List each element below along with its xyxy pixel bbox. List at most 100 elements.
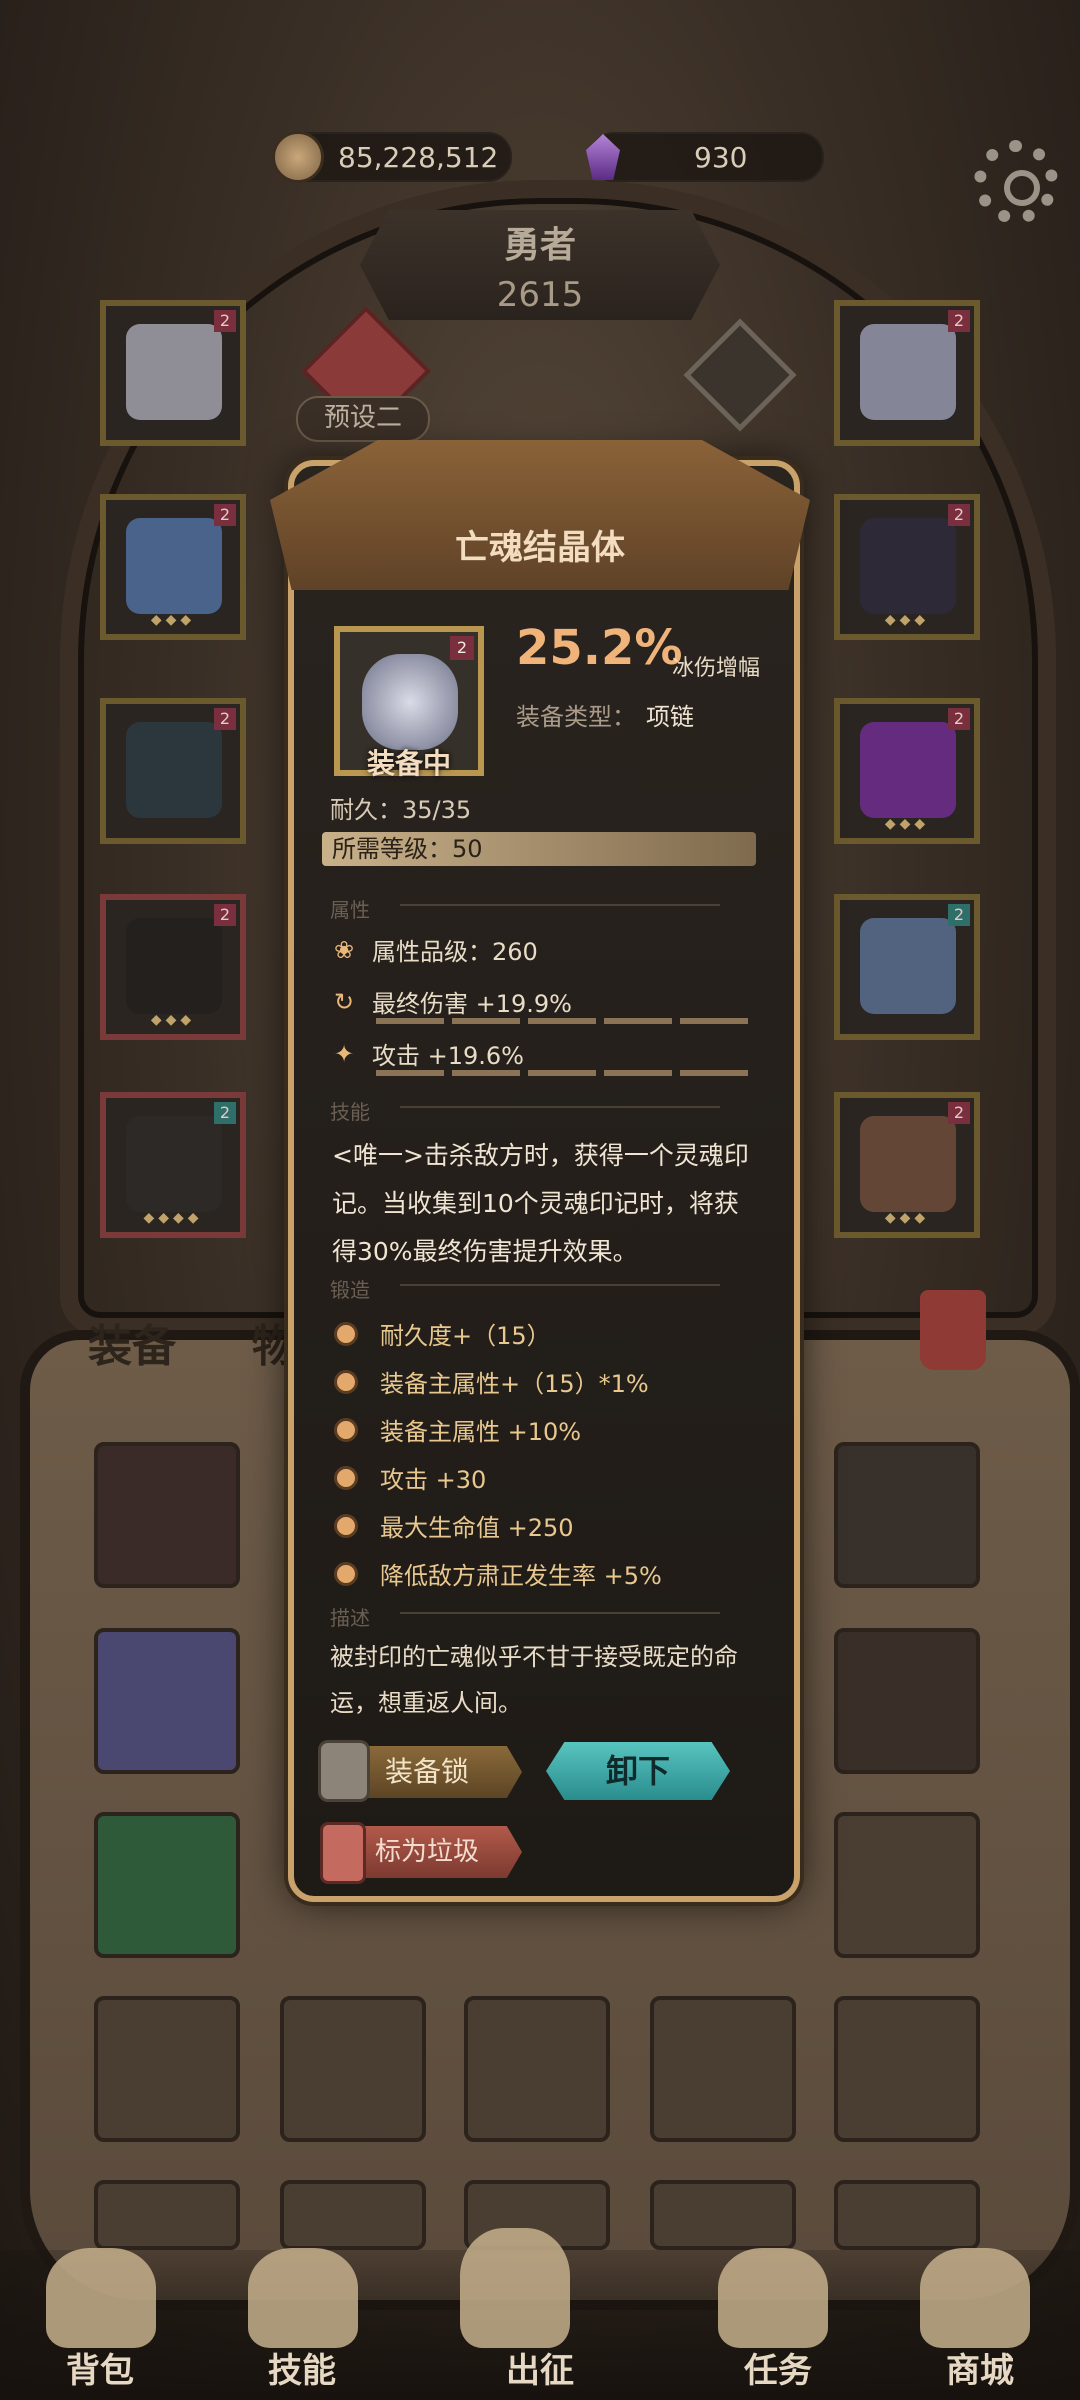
ring-icon bbox=[860, 518, 956, 614]
armor-icon bbox=[126, 518, 222, 614]
equip-slot-necklace[interactable]: 2 bbox=[834, 300, 980, 446]
inventory-slot[interactable] bbox=[834, 1628, 980, 1774]
forge-row: 装备主属性 +10% bbox=[334, 1412, 581, 1447]
tier-badge: 2 bbox=[948, 904, 970, 926]
equip-slot-pants[interactable]: 2 ◆◆◆ bbox=[100, 894, 246, 1040]
lotus-icon: ❀ bbox=[333, 935, 355, 964]
socket-gems: ◆◆◆◆ bbox=[143, 1210, 203, 1226]
main-stat-name: 冰伤增幅 bbox=[672, 656, 761, 681]
forge-dot-icon bbox=[334, 1561, 358, 1586]
gem-amount: 930 bbox=[694, 140, 748, 174]
tier-badge: 2 bbox=[214, 904, 236, 926]
hero-power: 2615 bbox=[496, 275, 584, 315]
settings-gear-icon[interactable] bbox=[974, 140, 1058, 224]
gloves-icon bbox=[126, 722, 222, 818]
inventory-slot[interactable] bbox=[834, 1442, 980, 1588]
coin-amount: 85,228,512 bbox=[338, 140, 499, 174]
item-type-value: 项链 bbox=[646, 703, 694, 731]
equip-slot-helmet[interactable]: 2 bbox=[100, 300, 246, 446]
attribute-text: 攻击 +19.6% bbox=[372, 1042, 524, 1070]
unequip-button[interactable]: 卸下 bbox=[546, 1742, 730, 1800]
inventory-slot[interactable] bbox=[834, 1996, 980, 2142]
nav-backpack[interactable]: 背包 bbox=[30, 2343, 170, 2392]
equipped-label: 装备中 bbox=[366, 747, 451, 780]
boots-icon bbox=[126, 1116, 222, 1212]
socket-gems: ◆◆◆ bbox=[150, 612, 196, 628]
section-attributes: 属性 bbox=[330, 894, 750, 922]
attribute-bar bbox=[376, 1018, 756, 1024]
equip-slot-offhand[interactable]: 2 ◆◆◆ bbox=[834, 698, 980, 844]
socket-gems: ◆◆◆ bbox=[884, 816, 930, 832]
forge-text: 攻击 +30 bbox=[380, 1466, 487, 1494]
item-type-label: 装备类型： bbox=[516, 703, 636, 731]
equip-slot-gloves[interactable]: 2 bbox=[100, 698, 246, 844]
necklace-icon bbox=[362, 654, 458, 750]
attribute-row: ✦ 攻击 +19.6% bbox=[330, 1036, 524, 1071]
pants-icon bbox=[126, 918, 222, 1014]
skill-text: <唯一>击杀敌方时，获得一个灵魂印记。当收集到10个灵魂印记时，将获得30%最终… bbox=[332, 1141, 749, 1266]
inventory-slot[interactable] bbox=[280, 2180, 426, 2250]
tier-badge: 2 bbox=[948, 504, 970, 526]
inventory-slot[interactable] bbox=[94, 1812, 240, 1958]
section-forge: 锻造 bbox=[330, 1274, 750, 1302]
backpack-icon bbox=[46, 2248, 156, 2348]
equip-slot-boots[interactable]: 2 ◆◆◆◆ bbox=[100, 1092, 246, 1238]
forge-dot-icon bbox=[334, 1321, 358, 1346]
inventory-slot[interactable] bbox=[464, 1996, 610, 2142]
coin-icon bbox=[272, 131, 324, 183]
tier-badge: 2 bbox=[948, 310, 970, 332]
durability: 耐久：35/35 bbox=[330, 796, 472, 824]
tab-equipment[interactable]: 装备 bbox=[88, 1310, 176, 1374]
hero-name: 勇者 bbox=[503, 225, 576, 266]
socket-gems: ◆◆◆ bbox=[884, 612, 930, 628]
item-description: 被封印的亡魂似乎不甘于接受既定的命运，想重返人间。 bbox=[330, 1643, 738, 1717]
attribute-text: 最终伤害 +19.9% bbox=[372, 990, 572, 1018]
forge-text: 装备主属性+（15）*1% bbox=[380, 1370, 649, 1398]
weapon-icon bbox=[860, 918, 956, 1014]
attribute-row: ❀ 属性品级：260 bbox=[330, 932, 538, 967]
forge-row: 最大生命值 +250 bbox=[334, 1508, 574, 1543]
section-description: 描述 bbox=[330, 1602, 750, 1630]
item-name: 亡魂结晶体 bbox=[455, 528, 625, 568]
inventory-slot[interactable] bbox=[650, 1996, 796, 2142]
inventory-slot[interactable] bbox=[94, 2180, 240, 2250]
attribute-row: ↻ 最终伤害 +19.9% bbox=[330, 984, 572, 1019]
forge-dot-icon bbox=[334, 1417, 358, 1442]
nav-skills[interactable]: 技能 bbox=[232, 2343, 372, 2392]
inventory-slot[interactable] bbox=[834, 1812, 980, 1958]
inventory-slot[interactable] bbox=[94, 1996, 240, 2142]
forge-row: 降低敌方肃正发生率 +5% bbox=[334, 1556, 662, 1591]
forge-dot-icon bbox=[334, 1465, 358, 1490]
tier-badge: 2 bbox=[214, 310, 236, 332]
nav-expedition[interactable]: 出征 bbox=[470, 2343, 610, 2392]
forge-row: 装备主属性+（15）*1% bbox=[334, 1364, 649, 1399]
inventory-slot[interactable] bbox=[94, 1628, 240, 1774]
main-stat-value: 25.2% bbox=[516, 620, 683, 676]
forge-dot-icon bbox=[334, 1369, 358, 1394]
forge-text: 最大生命值 +250 bbox=[380, 1514, 574, 1542]
equip-slot-weapon[interactable]: 2 bbox=[834, 894, 980, 1040]
necklace-icon bbox=[860, 324, 956, 420]
inventory-slot[interactable] bbox=[650, 2180, 796, 2250]
forge-text: 耐久度+（15） bbox=[380, 1322, 551, 1350]
inventory-slot[interactable] bbox=[280, 1996, 426, 2142]
preset-selector[interactable]: 预设二 bbox=[296, 396, 430, 442]
equip-slot-armor[interactable]: 2 ◆◆◆ bbox=[100, 494, 246, 640]
socket-gems: ◆◆◆ bbox=[150, 1012, 196, 1028]
equip-slot-book[interactable]: 2 ◆◆◆ bbox=[834, 1092, 980, 1238]
shop-crown-icon bbox=[920, 2248, 1030, 2348]
skill-book-icon bbox=[248, 2248, 358, 2348]
nav-shop[interactable]: 商城 bbox=[910, 2343, 1050, 2392]
inventory-slot[interactable] bbox=[834, 2180, 980, 2250]
gem-counter: 930 bbox=[586, 132, 824, 182]
forge-dot-icon bbox=[334, 1513, 358, 1538]
tier-badge: 2 bbox=[450, 636, 474, 660]
nav-quests[interactable]: 任务 bbox=[708, 2343, 848, 2392]
tier-badge: 2 bbox=[948, 1102, 970, 1124]
tier-badge: 2 bbox=[214, 708, 236, 730]
battle-sword-icon bbox=[460, 2228, 570, 2348]
equip-slot-ring[interactable]: 2 ◆◆◆ bbox=[834, 494, 980, 640]
trash-icon[interactable] bbox=[920, 1290, 986, 1370]
inventory-slot[interactable] bbox=[94, 1442, 240, 1588]
attribute-bar bbox=[376, 1070, 756, 1076]
